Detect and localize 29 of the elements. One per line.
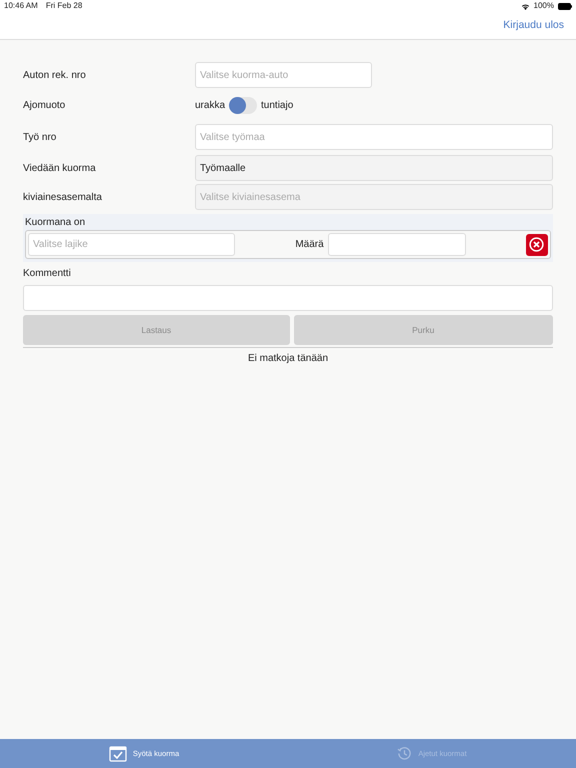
toggle-left-label: urakka xyxy=(195,99,226,113)
history-icon xyxy=(397,746,412,761)
field-label: Ajomuoto xyxy=(23,99,66,113)
field-label: kiviainesasemalta xyxy=(23,190,103,204)
field-label: Työ nro xyxy=(23,130,58,144)
logout-link[interactable]: Kirjaudu ulos xyxy=(503,18,564,34)
delete-button[interactable] xyxy=(526,234,548,256)
field-label: Auton rek. nro xyxy=(23,68,87,82)
input-field[interactable]: Työmaalle xyxy=(195,155,553,181)
battery-percent: 100% xyxy=(534,0,554,12)
status-date: Fri Feb 28 xyxy=(46,0,82,12)
battery-icon xyxy=(558,2,572,10)
toggle-switch[interactable] xyxy=(229,97,258,114)
field-label: Määrä xyxy=(295,238,324,252)
toggle-right-label: tuntiajo xyxy=(261,99,294,113)
input-field[interactable]: Valitse työmaa xyxy=(195,124,553,150)
field-label: Viedään kuorma xyxy=(23,162,97,176)
input-field[interactable] xyxy=(23,285,553,311)
section-title: Kuormana on xyxy=(25,216,86,230)
input-field[interactable]: Valitse lajike xyxy=(28,233,235,256)
input-field[interactable] xyxy=(328,233,466,256)
calendar-check-icon xyxy=(108,745,127,762)
wifi-icon xyxy=(520,2,530,10)
close-icon xyxy=(529,237,544,252)
status-time: 10:46 AM xyxy=(4,0,38,12)
field-label: Kommentti xyxy=(23,267,72,281)
empty-message: Ei matkoja tänään xyxy=(246,352,330,366)
input-field[interactable]: Valitse kuorma-auto xyxy=(195,62,372,88)
input-field[interactable]: Valitse kiviainesasema xyxy=(195,184,553,210)
